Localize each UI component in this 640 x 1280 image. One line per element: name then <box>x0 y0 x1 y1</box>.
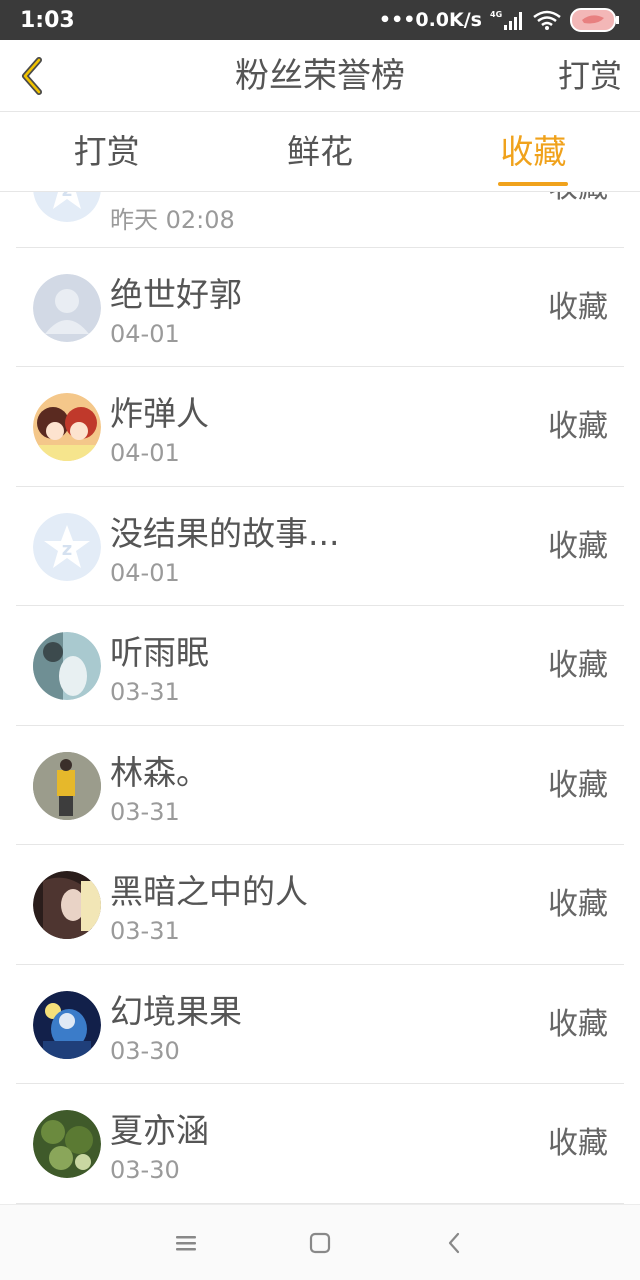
user-name: 幻境果果 <box>110 991 242 1031</box>
system-back-button[interactable] <box>387 1205 521 1280</box>
home-square-icon <box>309 1232 331 1253</box>
list-item[interactable]: 黑暗之中的人 03-31 收藏 <box>16 845 624 965</box>
menu-icon <box>176 1235 196 1250</box>
network-speed: •••0.0K/s <box>378 9 482 31</box>
user-date: 04-01 <box>110 439 180 467</box>
reward-button[interactable]: 打赏 <box>558 40 622 112</box>
default-star-avatar-icon: z <box>33 512 101 581</box>
battery-icon <box>570 7 620 33</box>
default-star-avatar-icon: z <box>33 192 101 222</box>
user-name: 炸弹人 <box>110 394 209 433</box>
tab-flowers[interactable]: 鲜花 <box>213 112 426 191</box>
page-title: 粉丝荣誉榜 <box>235 56 405 96</box>
user-date: 昨天 02:08 <box>110 206 235 234</box>
list-item[interactable]: 绝世好郭 04-01 收藏 <box>16 248 624 367</box>
list-item[interactable]: 听雨眠 03-31 收藏 <box>16 606 624 726</box>
action-label: 收藏 <box>548 528 608 564</box>
user-name: 绝世好郭 <box>110 274 242 314</box>
user-date: 03-31 <box>110 678 180 706</box>
status-time: 1:03 <box>20 7 75 33</box>
nature-avatar-icon <box>33 1110 101 1178</box>
tab-reward[interactable]: 打赏 <box>0 112 213 191</box>
signal-icon: 4G <box>490 9 524 31</box>
tab-label: 收藏 <box>500 132 567 171</box>
action-label: 收藏 <box>548 1126 608 1161</box>
user-date: 04-01 <box>110 319 180 348</box>
user-name: 夏亦涵 <box>110 1111 209 1150</box>
user-date: 03-30 <box>110 1156 180 1184</box>
system-nav-bar <box>0 1204 640 1280</box>
chevron-left-icon <box>22 57 42 95</box>
tab-label: 鲜花 <box>286 132 353 171</box>
status-indicators: •••0.0K/s 4G <box>379 7 620 33</box>
user-date: 03-31 <box>110 917 180 945</box>
default-person-avatar-icon <box>33 273 101 342</box>
fan-list[interactable]: z 昨天 02:08 收藏 绝世好郭 04-01 收藏 炸弹人 04-01 收藏… <box>0 192 640 1204</box>
active-tab-indicator <box>498 182 569 186</box>
status-bar: 1:03 •••0.0K/s 4G <box>0 0 640 40</box>
action-label: 收藏 <box>548 648 608 683</box>
action-label: 收藏 <box>548 409 608 444</box>
tab-bar: 打赏 鲜花 收藏 <box>0 112 640 192</box>
svg-text:z: z <box>62 539 72 560</box>
user-date: 04-01 <box>110 558 180 587</box>
anime-girls-avatar-icon <box>33 393 101 461</box>
svg-text:z: z <box>62 192 72 201</box>
action-label: 收藏 <box>548 767 608 803</box>
list-item[interactable]: 幻境果果 03-30 收藏 <box>16 965 624 1084</box>
photo-avatar-icon <box>33 871 101 939</box>
tab-favorites[interactable]: 收藏 <box>427 112 640 191</box>
list-item[interactable]: z 昨天 02:08 收藏 <box>16 192 624 248</box>
photo-avatar-icon <box>33 632 101 700</box>
back-arrow-icon <box>448 1232 460 1253</box>
action-label: 收藏 <box>548 289 608 325</box>
list-item[interactable]: 炸弹人 04-01 收藏 <box>16 367 624 487</box>
app-header: 粉丝荣誉榜 打赏 <box>0 40 640 112</box>
anime-blue-avatar-icon <box>33 990 101 1059</box>
list-item[interactable]: 夏亦涵 03-30 收藏 <box>16 1084 624 1204</box>
action-label: 收藏 <box>548 192 608 247</box>
action-label: 收藏 <box>548 1006 608 1042</box>
user-name: 没结果的故事... <box>110 513 340 553</box>
list-item[interactable]: 林森。 03-31 收藏 <box>16 726 624 845</box>
user-date: 03-30 <box>110 1036 180 1065</box>
user-date: 03-31 <box>110 797 180 826</box>
user-name: 听雨眠 <box>110 633 209 672</box>
back-button[interactable] <box>12 54 52 98</box>
menu-button[interactable] <box>119 1205 253 1280</box>
home-button[interactable] <box>253 1205 387 1280</box>
user-name: 黑暗之中的人 <box>110 872 308 911</box>
list-item[interactable]: z 没结果的故事... 04-01 收藏 <box>16 487 624 606</box>
action-label: 收藏 <box>548 887 608 922</box>
wifi-icon <box>532 9 562 31</box>
svg-text:4G: 4G <box>490 10 502 19</box>
photo-avatar-icon <box>33 751 101 820</box>
user-name: 林森。 <box>110 752 209 792</box>
tab-label: 打赏 <box>73 132 140 171</box>
